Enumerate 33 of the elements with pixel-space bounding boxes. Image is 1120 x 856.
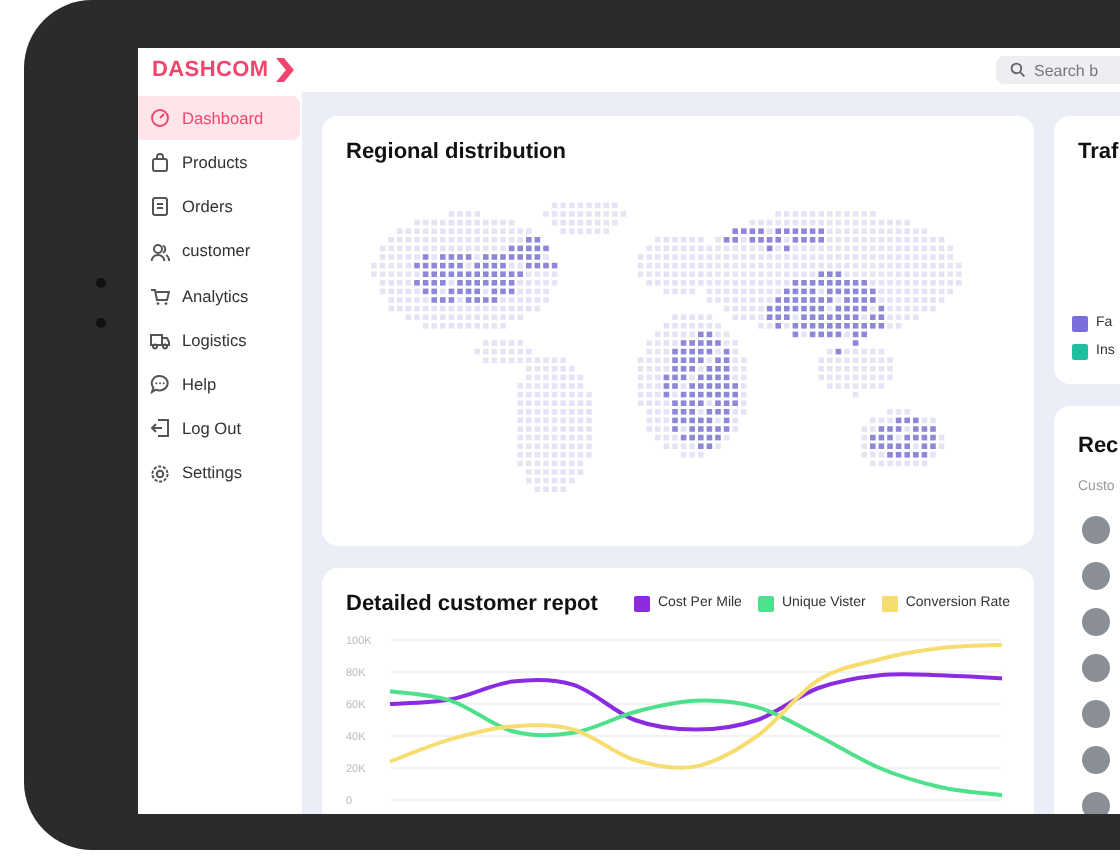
camera-dot [96,278,106,288]
document-icon [150,196,170,217]
sidebar-item[interactable]: Settings [138,451,300,496]
sidebar-item[interactable]: Orders [138,184,300,230]
sidebar-item[interactable]: Logistics [138,317,300,363]
avatar-placeholder [1082,791,1110,814]
card-title: Detailed customer repot [346,589,598,619]
logout-icon [150,418,170,439]
gauge-icon [150,108,170,129]
shopping-bag-icon [150,152,170,173]
truck-icon [150,330,170,351]
users-icon [150,241,170,262]
search-field[interactable]: Search b [996,56,1120,84]
chat-bubble-icon [150,374,170,395]
sidebar-item[interactable]: Log Out [138,406,300,451]
sidebar-item[interactable]: Analytics [138,273,300,318]
sensor-dot [96,318,106,328]
avatar-placeholder [1082,653,1110,681]
sidebar-item[interactable]: Help [138,362,300,407]
settings-icon [150,463,170,484]
sidebar-item[interactable]: customer [138,229,300,274]
card-title: Regional distribution [346,138,568,168]
avatar-placeholder [1082,515,1110,543]
avatar-placeholder [1082,607,1110,635]
card-title: Traf [1078,138,1120,168]
chevron-logo-icon [276,58,295,82]
avatar-placeholder [1082,745,1110,773]
brand-logo-text: DASHCOM [152,55,269,86]
avatar-placeholder [1082,699,1110,727]
card-title: Rec [1078,431,1120,461]
sidebar-item[interactable]: Products [138,140,300,185]
avatar-placeholder [1082,561,1110,589]
cart-icon [150,285,170,306]
